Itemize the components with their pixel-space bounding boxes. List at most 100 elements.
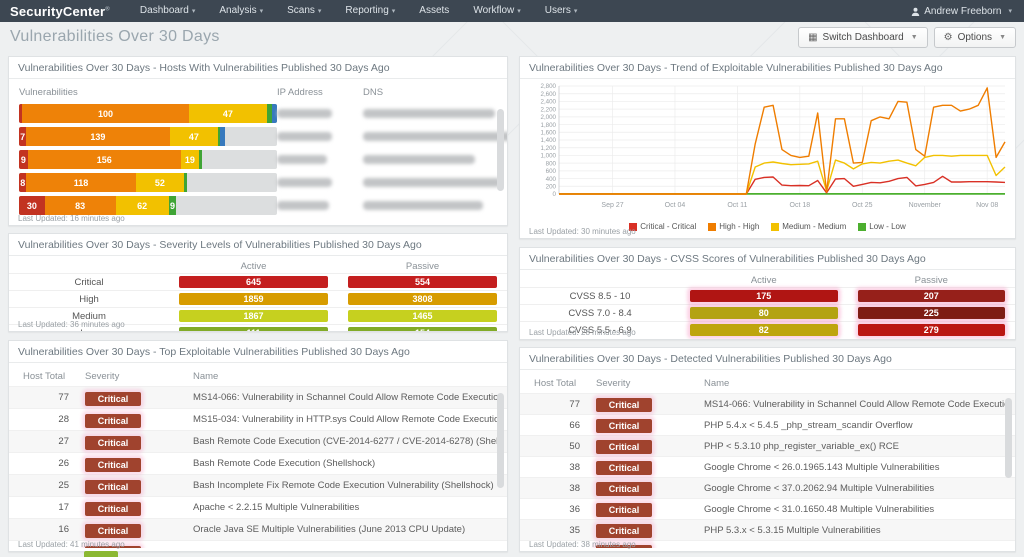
passive-count-bar[interactable]: 554 (348, 276, 497, 288)
bar-segment-m[interactable]: 52 (135, 173, 184, 192)
options-button[interactable]: ⚙ Options ▼ (933, 26, 1016, 48)
vertical-scrollbar[interactable] (497, 109, 504, 191)
nav-item-workflow[interactable]: Workflow ▾ (461, 0, 532, 22)
nav-item-reporting[interactable]: Reporting ▾ (333, 0, 407, 22)
vulnerability-row[interactable]: 26 Critical Bash Remote Code Execution (Sh… (9, 452, 507, 474)
host-row[interactable]: 30 83 62 9 (19, 196, 483, 215)
vulnerability-row[interactable]: 16 Critical Oracle Java SE Multiple Vulner… (9, 518, 507, 540)
column-header-active[interactable]: Active (680, 275, 848, 286)
vulnerability-name-link[interactable]: Apache < 2.2.15 Multiple Vulnerabilities (193, 502, 499, 513)
vulnerability-row[interactable]: 66 Critical PHP 5.4.x < 5.4.5 _php_stream_… (520, 414, 1015, 435)
vulnerability-name-link[interactable]: MS14-066: Vulnerability in Schannel Coul… (193, 392, 499, 403)
bar-segment-h[interactable]: 156 (27, 150, 181, 169)
vulnerability-name-link[interactable]: Google Chrome < 37.0.2062.94 Multiple Vu… (704, 483, 1007, 494)
vulnerability-row[interactable]: 77 Critical MS14-066: Vulnerability in Sch… (9, 386, 507, 408)
vulnerability-name-link[interactable]: Google Chrome < 31.0.1650.48 Multiple Vu… (704, 504, 1007, 515)
bar-segment-m[interactable]: 62 (115, 196, 169, 215)
legend-item-medium[interactable]: Medium - Medium (771, 222, 846, 231)
vertical-scrollbar[interactable] (1005, 398, 1012, 478)
vulnerability-name-link[interactable]: Bash Incomplete Fix Remote Code Executio… (193, 480, 499, 491)
column-header-name[interactable]: Name (193, 371, 499, 382)
passive-count-bar[interactable]: 1465 (348, 310, 497, 322)
vulnerability-row[interactable]: 38 Critical Google Chrome < 37.0.2062.94 M… (520, 477, 1015, 498)
legend-item-high[interactable]: High - High (708, 222, 759, 231)
column-header-severity[interactable]: Severity (85, 371, 193, 382)
vertical-scrollbar[interactable] (497, 393, 504, 488)
legend-item-low[interactable]: Low - Low (858, 222, 906, 231)
bar-segment-c[interactable]: 9 (19, 150, 28, 169)
column-header-name[interactable]: Name (704, 378, 1007, 389)
bar-segment-h[interactable]: 118 (26, 173, 136, 192)
active-count-bar[interactable]: 645 (179, 276, 328, 288)
column-header-passive[interactable]: Passive (848, 275, 1016, 286)
vulnerability-name-link[interactable]: PHP 5.3.x < 5.3.15 Multiple Vulnerabilit… (704, 525, 1007, 536)
column-header-ip-address[interactable]: IP Address (277, 87, 363, 98)
bar-segment-m[interactable]: 19 (180, 150, 200, 169)
bar-segment-l[interactable] (183, 173, 187, 192)
switch-dashboard-button[interactable]: ▦ Switch Dashboard ▼ (798, 26, 928, 48)
table-row[interactable]: Critical 645 554 (9, 273, 507, 290)
nav-item-users[interactable]: Users ▾ (533, 0, 590, 22)
vulnerability-row[interactable]: 35 Critical PHP 5.3.x < 5.3.15 Multiple Vu… (520, 519, 1015, 540)
vulnerability-row[interactable]: 27 Critical Bash Remote Code Execution (CV… (9, 430, 507, 452)
vulnerability-row[interactable]: 17 Critical Apache < 2.2.15 Multiple Vulne… (9, 496, 507, 518)
bar-segment-c[interactable]: 8 (19, 173, 27, 192)
column-header-severity[interactable]: Severity (596, 378, 704, 389)
host-row[interactable]: 9 156 19 (19, 150, 481, 169)
table-row[interactable]: High 1859 3808 (9, 290, 507, 307)
nav-item-assets[interactable]: Assets (407, 0, 461, 22)
passive-count-bar[interactable]: 225 (857, 307, 1005, 319)
legend-item-critical[interactable]: Critical - Critical (629, 222, 696, 231)
active-count-bar[interactable]: 82 (690, 324, 838, 336)
bar-segment-m[interactable]: 47 (188, 104, 268, 123)
vulnerability-name-link[interactable]: MS14-066: Vulnerability in Schannel Coul… (704, 399, 1007, 410)
host-row[interactable]: 8 118 52 (19, 173, 501, 192)
trend-line-chart[interactable]: 02004006008001,0001,2001,4001,6001,8002,… (523, 81, 1012, 221)
host-row[interactable]: 7 139 47 (19, 127, 507, 146)
vulnerability-name-link[interactable]: Google Chrome < 26.0.1965.143 Multiple V… (704, 462, 1007, 473)
vulnerability-name-link[interactable]: MS15-034: Vulnerability in HTTP.sys Coul… (193, 414, 499, 425)
bar-segment-l[interactable]: 9 (168, 196, 177, 215)
table-row[interactable]: CVSS 8.5 - 10 175 207 (520, 287, 1015, 304)
bar-segment-h[interactable]: 83 (44, 196, 116, 215)
active-count-bar[interactable]: 175 (690, 290, 838, 302)
vulnerability-name-link[interactable]: PHP 5.4.x < 5.4.5 _php_stream_scandir Ov… (704, 420, 1007, 431)
column-header-vulnerabilities[interactable]: Vulnerabilities (19, 87, 277, 98)
bar-segment-i[interactable] (220, 127, 226, 146)
bar-segment-h[interactable]: 100 (22, 104, 189, 123)
vulnerability-name-link[interactable]: Oracle Java SE Multiple Vulnerabilities … (193, 524, 499, 535)
app-logo[interactable]: SecurityCenter® (0, 4, 128, 19)
active-count-bar[interactable]: 1867 (179, 310, 328, 322)
vulnerability-row[interactable]: 38 Critical Google Chrome < 26.0.1965.143 … (520, 456, 1015, 477)
vulnerability-name-link[interactable]: Bash Remote Code Execution (Shellshock) (193, 458, 499, 469)
bar-segment-m[interactable]: 47 (169, 127, 219, 146)
column-header-passive[interactable]: Passive (338, 261, 507, 272)
passive-count-bar[interactable]: 279 (857, 324, 1005, 336)
nav-item-scans[interactable]: Scans ▾ (275, 0, 333, 22)
vulnerability-name-link[interactable]: PHP < 5.3.10 php_register_variable_ex() … (704, 441, 1007, 452)
column-header-host-total[interactable]: Host Total (534, 378, 596, 389)
column-header-active[interactable]: Active (169, 261, 338, 272)
active-count-bar[interactable]: 80 (690, 307, 838, 319)
active-count-bar[interactable]: 1859 (179, 293, 328, 305)
nav-item-dashboard[interactable]: Dashboard ▾ (128, 0, 207, 22)
vulnerability-row[interactable]: 28 Critical MS15-034: Vulnerability in HTT… (9, 408, 507, 430)
active-count-bar[interactable]: 111 (179, 327, 328, 331)
table-row[interactable]: CVSS 7.0 - 8.4 80 225 (520, 304, 1015, 321)
vulnerability-row[interactable]: 77 Critical MS14-066: Vulnerability in Sch… (520, 393, 1015, 414)
vulnerability-row[interactable]: 36 Critical Google Chrome < 31.0.1650.48 M… (520, 498, 1015, 519)
host-row[interactable]: 100 47 (19, 104, 495, 123)
bar-segment-l[interactable] (199, 150, 203, 169)
vulnerability-row[interactable]: 25 Critical Bash Incomplete Fix Remote Cod… (9, 474, 507, 496)
column-header-host-total[interactable]: Host Total (23, 371, 85, 382)
column-header-dns[interactable]: DNS (363, 87, 481, 98)
bar-segment-c[interactable]: 7 (19, 127, 27, 146)
bar-segment-h[interactable]: 139 (26, 127, 170, 146)
vulnerability-row[interactable]: 50 Critical PHP < 5.3.10 php_register_vari… (520, 435, 1015, 456)
user-menu[interactable]: Andrew Freeborn ▾ (911, 6, 1024, 17)
passive-count-bar[interactable]: 3808 (348, 293, 497, 305)
bar-segment-c[interactable]: 30 (19, 196, 45, 215)
passive-count-bar[interactable]: 207 (857, 290, 1005, 302)
nav-item-analysis[interactable]: Analysis ▾ (207, 0, 275, 22)
vulnerability-name-link[interactable]: Bash Remote Code Execution (CVE-2014-627… (193, 436, 499, 447)
